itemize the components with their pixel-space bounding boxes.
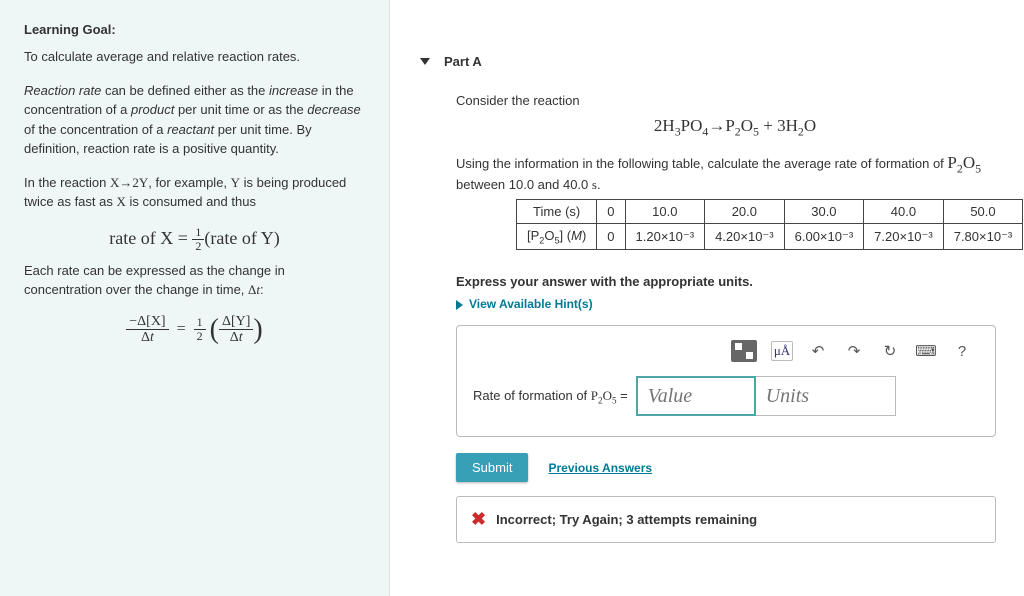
value-input[interactable]	[636, 376, 756, 416]
incorrect-icon: ✖	[471, 509, 486, 530]
rate-equation-2: −Δ[X]Δt = 12 (Δ[Y]Δt)	[24, 314, 365, 346]
table-row: [P2O5] (M) 0 1.20×10⁻³ 4.20×10⁻³ 6.00×10…	[517, 223, 1023, 250]
expand-icon	[456, 300, 463, 310]
sidebar-heading: Learning Goal:	[24, 22, 365, 37]
answer-box: μÅ ↶ ↷ ↻ ⌨ ? Rate of formation of P2O5 =	[456, 325, 996, 437]
data-table: Time (s) 0 10.0 20.0 30.0 40.0 50.0 [P2O…	[516, 199, 1023, 251]
input-toolbar: μÅ ↶ ↷ ↻ ⌨ ?	[473, 340, 979, 376]
table-row: Time (s) 0 10.0 20.0 30.0 40.0 50.0	[517, 199, 1023, 223]
units-symbols-button[interactable]: μÅ	[771, 341, 793, 361]
chemical-equation: 2H3PO4→P2O5 + 3H2O	[456, 116, 1014, 139]
feedback-text: Incorrect; Try Again; 3 attempts remaini…	[496, 512, 757, 527]
rate-equation-1: rate of X = 12(rate of Y)	[24, 226, 365, 253]
answer-prompt: Express your answer with the appropriate…	[456, 274, 1014, 289]
previous-answers-link[interactable]: Previous Answers	[548, 461, 652, 475]
view-hints-link[interactable]: View Available Hint(s)	[456, 297, 1014, 311]
reset-icon[interactable]: ↻	[879, 341, 901, 361]
submit-button[interactable]: Submit	[456, 453, 528, 482]
main-content: Part A Consider the reaction 2H3PO4→P2O5…	[390, 0, 1024, 596]
consider-text: Consider the reaction	[456, 93, 1014, 108]
instruction-text: Using the information in the following t…	[456, 153, 1014, 192]
part-label: Part A	[444, 54, 482, 69]
part-a-header[interactable]: Part A	[420, 54, 1014, 69]
templates-icon[interactable]	[731, 340, 757, 362]
sidebar-para-3: Each rate can be expressed as the change…	[24, 261, 365, 300]
answer-label: Rate of formation of P2O5 =	[473, 388, 628, 406]
sidebar-para-2: In the reaction X→2Y, for example, Y is …	[24, 173, 365, 212]
help-icon[interactable]: ?	[951, 341, 973, 361]
learning-goal-sidebar: Learning Goal: To calculate average and …	[0, 0, 390, 596]
redo-icon[interactable]: ↷	[843, 341, 865, 361]
keyboard-icon[interactable]: ⌨	[915, 341, 937, 361]
sidebar-intro: To calculate average and relative reacti…	[24, 47, 365, 67]
undo-icon[interactable]: ↶	[807, 341, 829, 361]
units-input[interactable]	[756, 376, 896, 416]
sidebar-para-1: Reaction rate can be defined either as t…	[24, 81, 365, 159]
collapse-icon	[420, 58, 430, 65]
feedback-box: ✖ Incorrect; Try Again; 3 attempts remai…	[456, 496, 996, 543]
